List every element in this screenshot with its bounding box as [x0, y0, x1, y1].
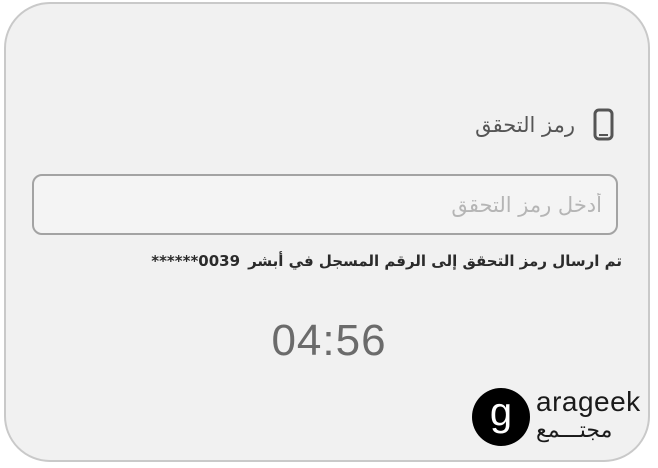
otp-header: رمز التحقق: [475, 108, 614, 141]
brand-name-latin: arageek: [536, 386, 641, 417]
logo-letter: g: [489, 390, 513, 434]
arageek-logo-icon: g: [472, 388, 530, 446]
otp-title: رمز التحقق: [475, 112, 575, 137]
otp-code-input[interactable]: [32, 174, 618, 235]
masked-phone-number: ******0039: [151, 252, 241, 270]
otp-sent-text: تم ارسال رمز التحقق إلى الرقم المسجل في …: [248, 252, 622, 270]
otp-sent-message: ******0039 تم ارسال رمز التحقق إلى الرقم…: [151, 252, 622, 270]
countdown-timer: 04:56: [271, 316, 387, 365]
mobile-phone-icon: [593, 108, 614, 141]
brand-name-arabic: مجتـــمع: [536, 418, 613, 443]
